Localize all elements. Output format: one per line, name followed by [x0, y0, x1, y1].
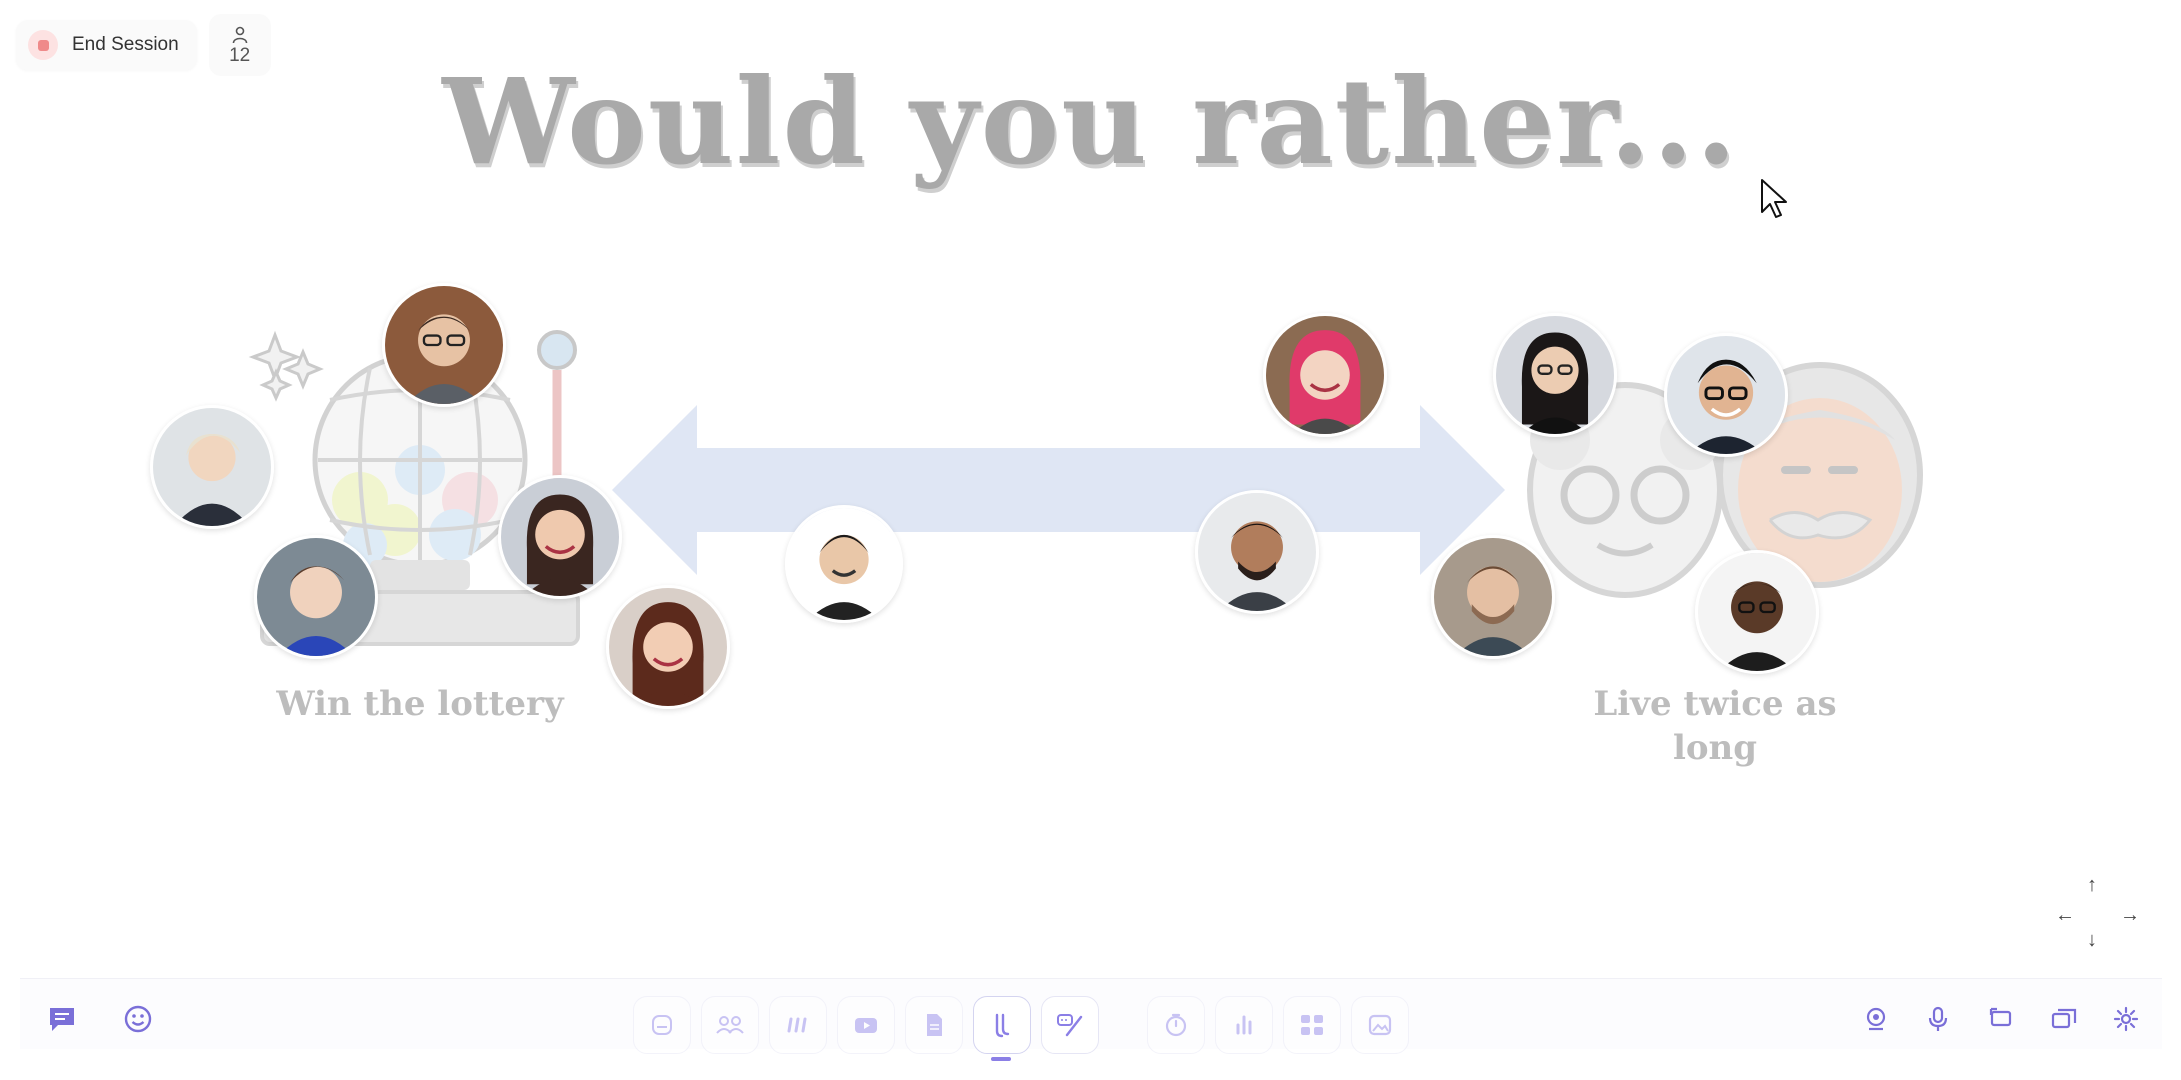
option-right-line1: Live twice as	[1593, 684, 1837, 724]
windows-icon[interactable]	[2046, 1001, 2082, 1037]
groups-icon	[716, 1016, 744, 1034]
participant-avatar[interactable]	[150, 405, 274, 529]
video-tool-button[interactable]	[837, 996, 895, 1054]
bar-chart-icon	[1236, 1015, 1252, 1035]
mic-icon[interactable]	[1920, 1001, 1956, 1037]
participant-avatar[interactable]	[1695, 550, 1819, 674]
document-tool-button[interactable]	[905, 996, 963, 1054]
session-stage: End Session 12 Would you rather... Win t…	[0, 0, 2181, 1080]
arrow-up-icon[interactable]: ↑	[2087, 875, 2097, 895]
document-icon	[927, 1014, 942, 1036]
participant-avatar[interactable]	[382, 283, 506, 407]
arrow-right-icon[interactable]: →	[2120, 905, 2140, 925]
image-tool-button[interactable]	[1351, 996, 1409, 1054]
participant-avatar[interactable]	[785, 505, 903, 623]
participant-avatar[interactable]	[1431, 535, 1555, 659]
whiteboard-icon	[652, 1015, 672, 1035]
mouse-cursor-icon	[1761, 179, 1787, 218]
poll-tool-button[interactable]	[1215, 996, 1273, 1054]
timer-tool-button[interactable]	[1147, 996, 1205, 1054]
participant-avatar[interactable]	[1263, 313, 1387, 437]
navigation-pad: ↑ ← → ↓	[2050, 875, 2140, 955]
quiz-icon	[1057, 1014, 1083, 1037]
gear-icon[interactable]	[2108, 1001, 2144, 1037]
option-right-line2: long	[1672, 728, 1758, 768]
timer-icon	[1165, 1013, 1187, 1037]
whiteboard-tool-button[interactable]	[633, 996, 691, 1054]
participant-avatar[interactable]	[254, 535, 378, 659]
participant-avatar[interactable]	[498, 475, 622, 599]
groups-tool-button[interactable]	[701, 996, 759, 1054]
arrow-left-icon[interactable]: ←	[2055, 905, 2075, 925]
quotes-tool-button[interactable]	[769, 996, 827, 1054]
arrow-down-icon[interactable]: ↓	[2087, 930, 2097, 950]
active-tool-indicator	[991, 1057, 1011, 1061]
spectrum-icon	[995, 1013, 1010, 1038]
participant-avatar[interactable]	[1664, 333, 1788, 457]
video-icon	[855, 1018, 877, 1033]
participant-avatar[interactable]	[1195, 490, 1319, 614]
participant-avatar[interactable]	[606, 585, 730, 709]
quiz-tool-button[interactable]	[1041, 996, 1099, 1054]
option-right-label: Live twice as long	[1545, 682, 1885, 770]
share-screen-icon[interactable]	[1983, 1001, 2019, 1037]
emoji-icon[interactable]	[120, 1001, 156, 1037]
quotes-icon	[787, 1017, 807, 1033]
image-icon	[1368, 1014, 1392, 1036]
participant-avatar[interactable]	[1493, 313, 1617, 437]
teams-icon	[1301, 1015, 1323, 1035]
webcam-icon[interactable]	[1858, 1001, 1894, 1037]
option-left-label: Win the lottery	[276, 684, 564, 724]
chat-icon[interactable]	[44, 1001, 80, 1037]
spectrum-tool-button[interactable]	[973, 996, 1031, 1054]
double-arrow-graphic	[612, 405, 1505, 575]
teams-tool-button[interactable]	[1283, 996, 1341, 1054]
bottom-toolbar	[20, 978, 2162, 1061]
